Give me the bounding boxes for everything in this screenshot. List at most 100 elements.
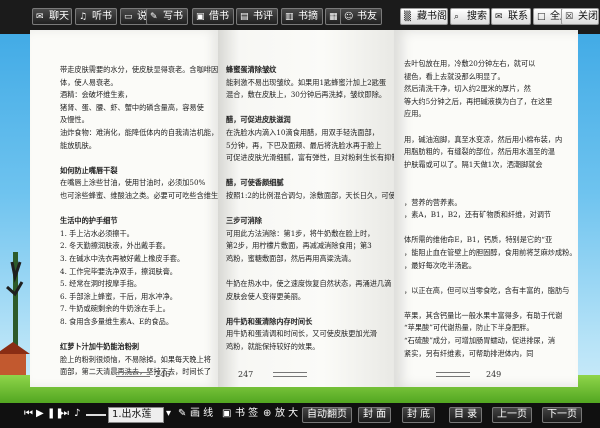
flipbook[interactable]: 带走皮肤需要的水分，使皮肤显得衰老。含咖啡因的 体，使人易衰老。 酒精：会破坏维生素… — [30, 30, 578, 387]
text-line — [226, 266, 394, 279]
text-line: 1. 手上沾水必须擦干。 — [60, 228, 134, 238]
text-line: 皮肤会使人变得更美丽。 — [226, 291, 306, 301]
text-line — [60, 203, 218, 216]
next-page-button[interactable]: 下一页 — [542, 407, 582, 423]
text-line: 在嘴唇上涂些甘油，使用甘油时，必须加50% — [60, 178, 206, 188]
text-line: 混合，敷在皮肤上，30分钟后再洗掉，皱纹即除。 — [226, 90, 387, 100]
chat-icon: ✉ — [36, 12, 44, 22]
cover-label: 封 面 — [363, 409, 387, 420]
chat-button[interactable]: ✉ 聊天 — [32, 8, 72, 25]
text-line: 酒精：会破坏维生素， — [60, 90, 132, 100]
search-button[interactable]: ⌕ 搜索 — [450, 8, 490, 25]
friends-button[interactable]: ☺ 书友 — [340, 8, 382, 25]
back-cover-label: 封 底 — [407, 409, 431, 420]
text-line: “苹果酸”可代谢热量，防止下半身肥胖。 — [404, 323, 534, 333]
page-number: 246 — [155, 370, 171, 379]
headphones-icon: ♫ — [79, 12, 88, 22]
text-line: 红萝卜汁加牛奶能治粉刺 — [60, 342, 140, 352]
autoflip-label: 自动翻页 — [307, 409, 347, 420]
volume-icon[interactable]: ♪ — [74, 407, 80, 423]
text-line: 7. 牛奶或碗剩余的牛奶涂在手上。 — [60, 304, 170, 314]
review-label: 书评 — [253, 11, 273, 22]
text-line: 2. 冬天勤擦润肤液，外出戴手套。 — [60, 241, 170, 251]
bookmark-button[interactable]: 书 签 — [235, 407, 258, 423]
text-line: 脸上的粉刺很烦恼，不易除掉。如果每天晚上将 — [60, 354, 211, 364]
dropdown-icon[interactable]: ▾ — [166, 407, 171, 423]
excerpt-button[interactable]: ▥ 书摘 — [281, 8, 323, 25]
text-line: 醋，可促进皮肤滋润 — [226, 115, 291, 125]
play-icon[interactable]: ▶ — [36, 407, 44, 423]
borrow-label: 借书 — [209, 11, 229, 22]
back-cover-button[interactable]: 封 底 — [402, 407, 436, 423]
listen-button[interactable]: ♫ 听书 — [75, 8, 117, 25]
zoom-button[interactable]: 放 大 — [275, 407, 298, 423]
close-icon: ☒ — [565, 12, 574, 22]
book-icon: ▣ — [196, 12, 205, 22]
comment-icon: ▤ — [240, 12, 249, 22]
prev-page-button[interactable]: 上一页 — [492, 407, 532, 423]
text-line: 用牛奶和蛋清除内存时间长 — [226, 316, 313, 326]
bookmark-icon: ▣ — [222, 408, 232, 419]
library-icon: ▒ — [404, 12, 411, 22]
text-line: 如何防止嘴唇干裂 — [60, 165, 118, 175]
text-line — [404, 171, 577, 184]
page-number: 247 — [238, 370, 254, 379]
contact-button[interactable]: ✉ 联系 — [491, 8, 531, 25]
text-line: 等大约5分钟之后，再把碱液换为白了，在这里 — [404, 96, 553, 106]
text-line: 油炸食物：难消化，能降低体内的自我清洁机能， — [60, 127, 218, 137]
contact-icon: ✉ — [495, 12, 503, 22]
excerpt-icon: ▥ — [285, 12, 294, 22]
text-line — [404, 184, 577, 197]
text-line — [60, 328, 218, 341]
turning-page[interactable]: 蜂蜜蛋清除皱纹能刺激不易出现皱纹。如果用1匙蜂蜜汁加上2匙蛋 混合，敷在皮肤上，3… — [218, 30, 394, 387]
right-page[interactable]: 去叶包放在用，冷敷20分钟左右，就可以 褪色，看上去就没那么明显了。 然后清洗干净，… — [394, 30, 578, 387]
text-line: 第2步，用柠檬片敷面，再减减消除食用；第3 — [226, 241, 372, 251]
draw-icon: ✎ — [178, 408, 187, 419]
contents-button[interactable]: 目 录 — [449, 407, 483, 423]
text-line — [226, 102, 394, 115]
volume-slider[interactable] — [86, 414, 106, 416]
autoflip-button[interactable]: 自动翻页 — [302, 407, 352, 423]
text-line: 4. 工作完毕要洗净双手，擦润肤膏。 — [60, 266, 177, 276]
library-button[interactable]: ▒ 藏书阁 — [400, 8, 448, 25]
text-line: 蜂蜜蛋清除皱纹 — [226, 65, 277, 74]
draw-button[interactable]: 画 线 — [190, 407, 213, 423]
page-number: 249 — [486, 370, 502, 379]
chat-label: 聊天 — [49, 11, 69, 22]
text-line: 在洗脸水内滴入10滴食用醋，用双手轻洗面部， — [226, 127, 379, 137]
borrow-button[interactable]: ▣ 借书 — [192, 8, 234, 25]
skip-start-icon[interactable]: ⏮ — [24, 407, 33, 423]
write-button[interactable]: ✎ 写书 — [146, 8, 188, 25]
text-line: 醋，可使香颜细腻 — [226, 178, 284, 188]
fullscreen-icon: □ — [537, 12, 546, 22]
text-line: 猪肾、蛋、腰、虾、蟹中的磷含量高，容易使 — [60, 102, 204, 112]
text-line: 用，碱油泡脚，真至水变凉，然后用小棉布装，内 — [404, 134, 563, 144]
write-label: 写书 — [163, 11, 183, 22]
text-line: 牛奶在热水中，使之速度恢复自然状态，再涌进几滴 — [226, 279, 392, 289]
text-line: 5分钟，再，下巴及面颊、最后将洗脸水再于脸上 — [226, 140, 382, 150]
text-line: 能刺激不易出现皱纹。如果用1匙蜂蜜汁加上2匙蛋 — [226, 77, 387, 87]
text-line — [404, 297, 577, 310]
contact-label: 联系 — [508, 11, 528, 22]
left-page[interactable]: 带走皮肤需要的水分，使皮肤显得衰老。含咖啡因的 体，使人易衰老。 酒精：会破坏维生素… — [30, 30, 218, 387]
text-line: 及慢性。 — [60, 115, 89, 125]
text-line: 鸡粉，就能保持较好的效果。 — [226, 342, 320, 352]
text-line: 3. 在碱水中洗衣再被好戴上橡皮手套。 — [60, 253, 185, 263]
page-ornament — [116, 372, 150, 377]
excerpt-label: 书摘 — [298, 11, 318, 22]
text-line: 5. 经常在洞时按摩手指。 — [60, 279, 142, 289]
search-label: 搜索 — [467, 11, 487, 22]
review-button[interactable]: ▤ 书评 — [236, 8, 278, 25]
text-line — [226, 203, 394, 216]
music-select[interactable]: 1.出水莲 — [108, 407, 164, 423]
search-icon: ⌕ — [454, 12, 460, 22]
text-line: 可用此方法消除：第1步，将牛奶敷在脸上时， — [226, 228, 375, 238]
close-button[interactable]: ☒ 关闭 — [561, 8, 599, 25]
skip-end-icon[interactable]: ⏭ — [60, 407, 69, 423]
library-label: 藏书阁 — [417, 11, 447, 22]
text-line: 体所需的维他命E，B1，钙质，特别是它的“亚 — [404, 235, 553, 245]
cover-button[interactable]: 封 面 — [358, 407, 392, 423]
text-line — [404, 222, 577, 235]
text-line: 体，使人易衰老。 — [60, 77, 118, 87]
text-line: “石硫酸”成分，可增加肠胃蠕动，促进排尿，消 — [404, 336, 556, 346]
